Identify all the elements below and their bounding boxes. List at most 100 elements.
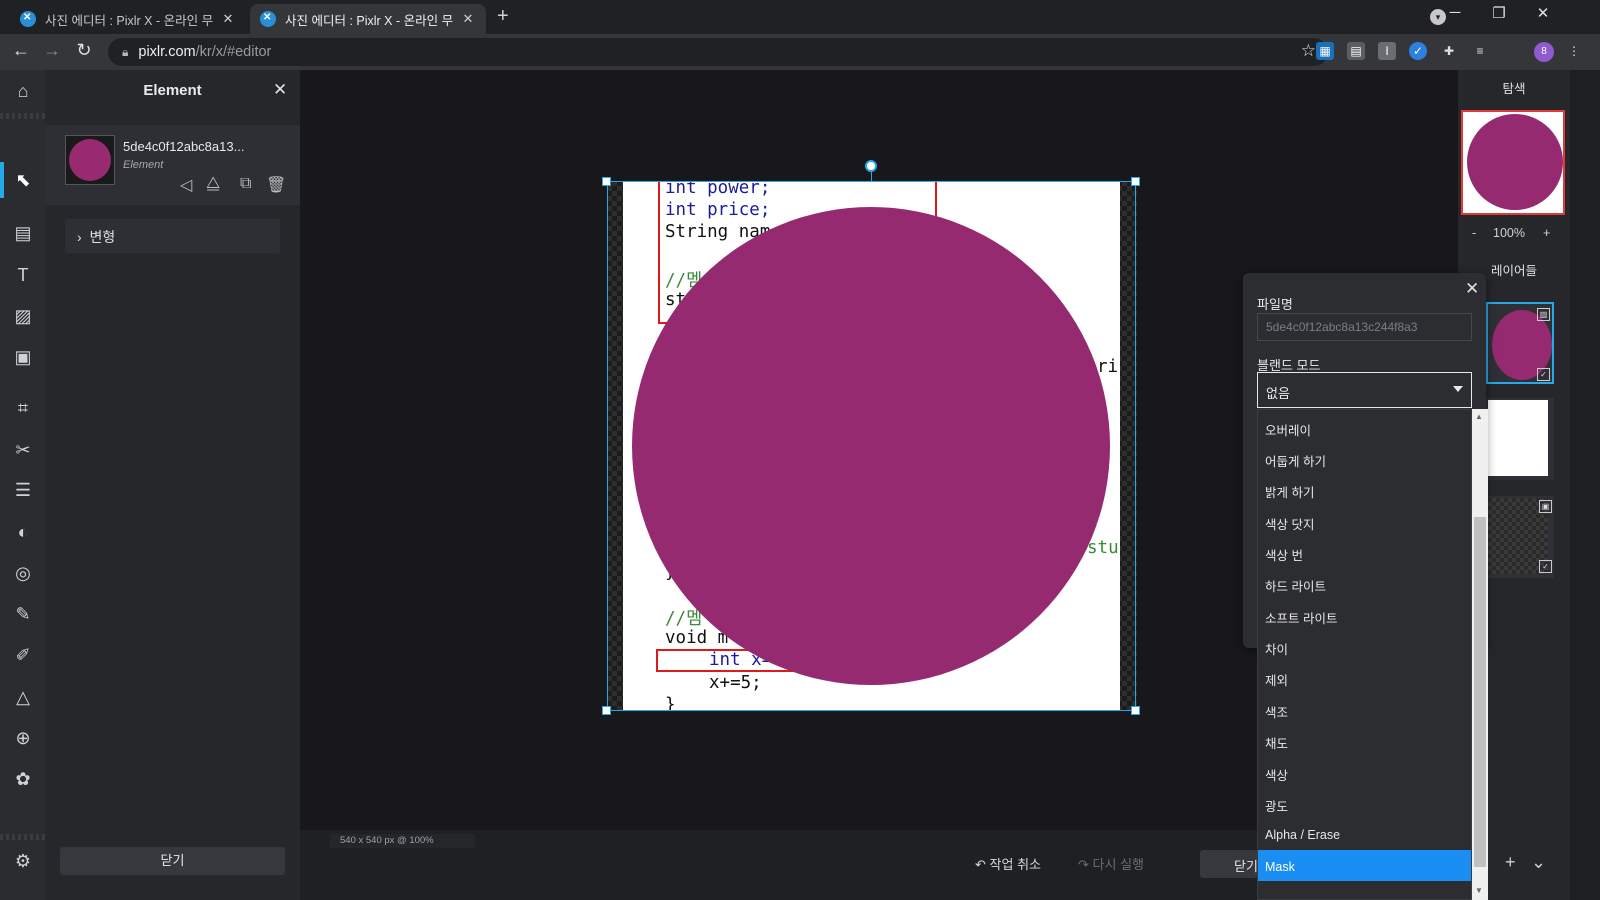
address-bar[interactable]: 🔒︎ pixlr.com/kr/x/#editor ☆ <box>108 38 1328 66</box>
blend-option[interactable]: 색상 <box>1258 755 1471 786</box>
flip-vertical-icon[interactable]: ⧋ <box>206 175 220 193</box>
blend-option[interactable]: 광도 <box>1258 786 1471 817</box>
extension-icon[interactable]: ▦ <box>1316 42 1334 60</box>
zoom-out-button[interactable]: - <box>1472 226 1476 240</box>
restore-icon[interactable]: ❐ <box>1484 4 1514 22</box>
texture-tool-icon[interactable]: ▨ <box>6 301 40 331</box>
layer-item-image[interactable] <box>1486 398 1554 480</box>
blend-option[interactable]: 제외 <box>1258 660 1471 691</box>
paint-tool-icon[interactable]: ✐ <box>6 640 40 670</box>
pixlr-favicon-icon <box>260 11 276 27</box>
settings-gear-icon[interactable]: ⚙ <box>6 846 40 876</box>
layer-visibility-checkbox[interactable]: ✓ <box>1537 368 1550 381</box>
popup-close-icon[interactable]: ✕ <box>1465 279 1479 299</box>
url-path: /kr/x/#editor <box>195 44 272 60</box>
duplicate-icon[interactable]: ⧉ <box>240 175 251 193</box>
blend-option[interactable]: 색상 닷지 <box>1258 504 1471 535</box>
resize-handle-top-right[interactable] <box>1131 177 1140 186</box>
divider <box>0 834 45 840</box>
blend-option[interactable]: 차이 <box>1258 629 1471 660</box>
blend-option[interactable]: 어둡게 하기 <box>1258 441 1471 472</box>
heal-tool-icon[interactable]: ✎ <box>6 599 40 629</box>
blend-mode-select[interactable]: 없음 <box>1257 372 1472 408</box>
zoom-in-button[interactable]: + <box>1543 226 1550 240</box>
navigator-thumbnail[interactable] <box>1461 110 1565 215</box>
layout-tool-icon[interactable]: ▤ <box>6 218 40 248</box>
undo-icon: ↶ <box>975 857 986 872</box>
browser-menu-icon[interactable]: ⋮ <box>1565 42 1583 60</box>
panel-close-icon[interactable]: ✕ <box>273 80 287 100</box>
layers-collapse-icon[interactable]: ⌄ <box>1531 852 1546 873</box>
filename-input[interactable]: 5de4c0f12abc8a13c244f8a3 <box>1257 313 1472 341</box>
blend-option[interactable]: 채도 <box>1258 723 1471 754</box>
redo-button[interactable]: ↷ 다시 실행 <box>1078 854 1144 873</box>
reload-icon[interactable]: ↻ <box>72 40 96 61</box>
scroll-up-icon[interactable]: ▲ <box>1475 412 1483 421</box>
transform-section[interactable]: › 변형 <box>65 219 280 253</box>
add-layer-icon[interactable]: + <box>1505 852 1516 873</box>
adjust-tool-icon[interactable]: ☰ <box>6 475 40 505</box>
liquify-tool-icon[interactable]: ◎ <box>6 558 40 588</box>
layer-visibility-checkbox[interactable]: ✓ <box>1539 560 1552 573</box>
delete-trash-icon[interactable]: 🗑︎ <box>266 175 286 195</box>
scroll-down-icon[interactable]: ▼ <box>1475 886 1483 895</box>
flip-horizontal-icon[interactable]: ◁ <box>180 175 192 195</box>
image-tool-icon[interactable]: ▣ <box>6 342 40 372</box>
cutout-tool-icon[interactable]: ✂ <box>6 435 40 465</box>
blend-option[interactable]: 색조 <box>1258 692 1471 723</box>
undo-button[interactable]: ↶ 작업 취소 <box>975 854 1041 873</box>
layer-image-icon[interactable]: ▣ <box>1539 500 1552 513</box>
blend-option[interactable]: 소프트 라이트 <box>1258 598 1471 629</box>
element-card[interactable]: 5de4c0f12abc8a13... Element ◁ ⧋ ⧉ 🗑︎ <box>45 125 300 205</box>
resize-handle-bottom-right[interactable] <box>1131 706 1140 715</box>
layer-blend-icon[interactable]: ▨ <box>1537 308 1550 321</box>
shape-tool-icon[interactable]: △ <box>6 682 40 712</box>
effects-tool-icon[interactable]: ✿ <box>6 764 40 794</box>
back-icon[interactable]: ← <box>9 40 33 61</box>
reading-list-icon[interactable]: ≡ <box>1471 42 1489 60</box>
bookmark-star-icon[interactable]: ☆ <box>1301 41 1316 61</box>
pattern-tool-icon[interactable]: ⊕ <box>6 723 40 753</box>
blend-option[interactable]: 하드 라이트 <box>1258 566 1471 597</box>
url-host: pixlr.com <box>138 44 196 60</box>
extension-icon[interactable]: ✓ <box>1409 42 1427 60</box>
redo-icon: ↷ <box>1078 857 1089 872</box>
chevron-right-icon: › <box>77 229 82 245</box>
panel-close-button[interactable]: 닫기 <box>60 847 285 875</box>
tab-close-icon[interactable]: ✕ <box>460 11 476 27</box>
browser-tab-active[interactable]: 사진 에디터 : Pixlr X - 온라인 무 ✕ <box>250 4 486 34</box>
arrange-tool-icon[interactable]: ⬉ <box>6 165 40 195</box>
blend-option[interactable]: Alpha / Erase <box>1258 818 1471 849</box>
element-type: Element <box>123 159 164 171</box>
resize-handle-bottom-left[interactable] <box>602 706 611 715</box>
undo-label: 작업 취소 <box>989 857 1041 872</box>
text-tool-icon[interactable]: T <box>6 260 40 290</box>
crop-tool-icon[interactable]: ⌗ <box>6 393 40 423</box>
caret-down-icon <box>1453 386 1463 392</box>
transform-label: 변형 <box>89 229 116 245</box>
browser-tab[interactable]: 사진 에디터 : Pixlr X - 온라인 무 ✕ <box>10 4 246 34</box>
minimize-icon[interactable]: ─ <box>1440 4 1470 21</box>
window-close-icon[interactable]: ✕ <box>1528 4 1558 22</box>
canvas-size-info: 540 x 540 px @ 100% <box>330 834 475 848</box>
resize-handle-top-left[interactable] <box>602 177 611 186</box>
extensions-puzzle-icon[interactable]: ✚ <box>1440 42 1458 60</box>
extension-icon[interactable]: I <box>1378 42 1396 60</box>
new-tab-icon[interactable]: + <box>497 5 509 28</box>
redo-label: 다시 실행 <box>1092 857 1144 872</box>
dropdown-scrollbar-thumb[interactable] <box>1474 517 1486 867</box>
tab-close-icon[interactable]: ✕ <box>220 11 236 27</box>
profile-avatar[interactable]: 8 <box>1534 42 1554 62</box>
filter-tool-icon[interactable]: ◐ <box>6 517 40 547</box>
blend-option[interactable]: 밝게 하기 <box>1258 472 1471 503</box>
extension-icon[interactable]: ▤ <box>1347 42 1365 60</box>
blend-option[interactable]: 색상 번 <box>1258 535 1471 566</box>
layer-item-element[interactable]: ▨ ✓ <box>1486 302 1554 384</box>
forward-icon[interactable]: → <box>40 40 64 61</box>
home-icon[interactable]: ⌂ <box>6 76 40 106</box>
layer-item-background[interactable]: ▣ ✓ <box>1486 496 1554 578</box>
rotate-handle[interactable] <box>865 160 877 172</box>
blend-option-highlighted[interactable]: Mask <box>1258 850 1471 881</box>
blend-option[interactable]: 오버레이 <box>1258 410 1471 441</box>
panel-title: Element <box>143 82 202 99</box>
